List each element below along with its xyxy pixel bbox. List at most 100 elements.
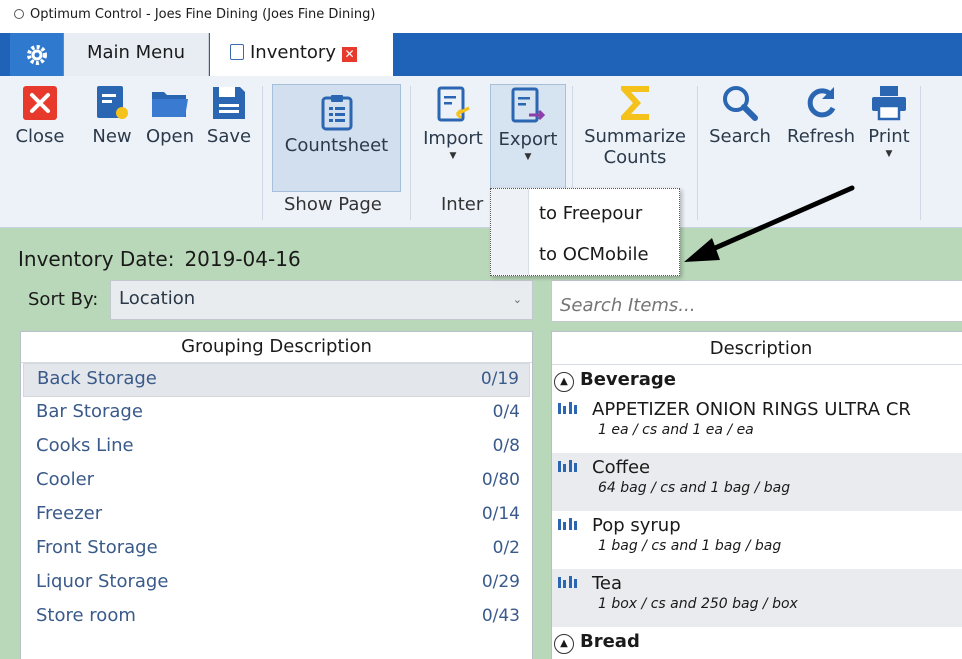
tab-inventory-label: Inventory	[250, 42, 336, 63]
app-icon	[14, 9, 24, 19]
inventory-date-label: Inventory Date:	[18, 247, 175, 271]
tab-inventory[interactable]: Inventory ✕	[210, 33, 393, 76]
group-count: 0/2	[492, 538, 520, 558]
search-button-label: Search	[709, 126, 771, 147]
printer-icon	[872, 86, 906, 121]
category-row-beverage[interactable]: ▲ Beverage	[552, 365, 962, 395]
item-type-icon	[556, 515, 592, 536]
export-dropdown-arrow[interactable]: ▼	[491, 152, 565, 162]
open-button-label: Open	[145, 126, 195, 147]
refresh-icon	[807, 87, 836, 118]
ribbon-separator	[410, 86, 411, 220]
clipboard-icon	[321, 95, 352, 131]
category-row-bread[interactable]: ▲ Bread	[552, 627, 962, 657]
menu-item-to-freepour[interactable]: to Freepour	[539, 203, 642, 224]
new-document-icon	[97, 86, 128, 119]
chevron-down-icon: ⌄	[512, 293, 522, 306]
group-row-back-storage[interactable]: Back Storage 0/19	[23, 363, 530, 397]
print-button-label: Print	[868, 126, 910, 147]
group-count: 0/29	[481, 572, 520, 592]
group-name: Bar Storage	[36, 401, 143, 422]
item-unit: 1 ea / cs and 1 ea / ea	[598, 422, 754, 438]
collapse-icon[interactable]: ▲	[554, 634, 574, 654]
group-row-cooler[interactable]: Cooler 0/80	[23, 465, 530, 499]
group-name: Back Storage	[37, 368, 157, 389]
list-item[interactable]: Tea 1 box / cs and 250 bag / box	[552, 569, 962, 627]
close-button-label: Close	[15, 126, 65, 147]
group-count: 0/8	[492, 436, 520, 456]
export-button-label: Export	[498, 129, 558, 150]
gear-icon	[26, 44, 47, 65]
collapse-icon[interactable]: ▲	[554, 372, 574, 392]
group-count: 0/14	[481, 504, 520, 524]
open-button[interactable]: Open	[142, 84, 198, 147]
group-row-cooks-line[interactable]: Cooks Line 0/8	[23, 431, 530, 465]
export-dropdown-menu: to Freepour to OCMobile	[490, 188, 680, 276]
search-items-input[interactable]	[551, 280, 962, 322]
import-icon	[437, 86, 470, 122]
summarize-label-line1: Summarize	[584, 126, 686, 147]
group-row-store-room[interactable]: Store room 0/43	[23, 601, 530, 635]
description-column-header: Description	[552, 332, 962, 365]
save-button-label: Save	[206, 126, 252, 147]
menu-icon-gutter	[491, 189, 529, 275]
tab-main-menu[interactable]: Main Menu	[64, 33, 209, 76]
group-row-front-storage[interactable]: Front Storage 0/2	[23, 533, 530, 567]
group-label-show-page: Show Page	[284, 194, 382, 215]
export-icon	[511, 87, 546, 123]
ribbon-separator	[920, 86, 921, 220]
sort-by-select[interactable]: Location ⌄	[110, 280, 533, 320]
print-button[interactable]: Print ▼	[862, 84, 916, 159]
item-unit: 64 bag / cs and 1 bag / bag	[598, 480, 791, 496]
ribbon-toolbar: Close New Open Save Countsheet Show Page…	[0, 76, 962, 228]
item-type-icon	[556, 399, 592, 420]
item-name: Pop syrup	[592, 515, 681, 536]
group-row-liquor-storage[interactable]: Liquor Storage 0/29	[23, 567, 530, 601]
group-count: 0/43	[481, 606, 520, 626]
group-row-freezer[interactable]: Freezer 0/14	[23, 499, 530, 533]
magnifier-icon	[723, 86, 758, 121]
tab-main-menu-label: Main Menu	[86, 42, 186, 63]
tab-close-icon[interactable]: ✕	[341, 47, 357, 62]
print-dropdown-arrow[interactable]: ▼	[862, 149, 916, 159]
item-unit: 1 box / cs and 250 bag / box	[598, 596, 798, 612]
category-name: Beverage	[580, 369, 676, 390]
ribbon-separator	[262, 86, 263, 220]
inventory-panel: Inventory Date: 2019-04-16 Sort By: Locat…	[0, 228, 962, 659]
export-button[interactable]: Export ▼	[490, 84, 566, 192]
refresh-button[interactable]: Refresh	[782, 84, 860, 147]
grouping-column-header: Grouping Description	[21, 332, 532, 363]
import-dropdown-arrow[interactable]: ▼	[418, 151, 488, 161]
group-count: 0/4	[492, 402, 520, 422]
sigma-icon	[621, 86, 649, 120]
group-name: Front Storage	[36, 537, 158, 558]
group-count: 0/19	[480, 369, 519, 389]
floppy-disk-icon	[213, 87, 245, 119]
item-name: Tea	[592, 573, 623, 594]
summarize-counts-button[interactable]: Summarize Counts	[580, 84, 690, 168]
item-list: Description ▲ Beverage APPETIZER ONION RI…	[551, 331, 962, 659]
window-title-bar: Optimum Control - Joes Fine Dining (Joes…	[0, 0, 962, 33]
folder-icon	[152, 92, 188, 117]
item-type-icon	[556, 573, 592, 594]
import-button[interactable]: Import ▼	[418, 84, 488, 161]
summarize-label-line2: Counts	[603, 147, 667, 168]
close-button[interactable]: Close	[10, 84, 70, 147]
list-item[interactable]: APPETIZER ONION RINGS ULTRA CR 1 ea / cs…	[552, 395, 962, 453]
countsheet-button[interactable]: Countsheet	[272, 84, 401, 192]
window-title: Optimum Control - Joes Fine Dining (Joes…	[30, 7, 376, 22]
new-button[interactable]: New	[88, 84, 136, 147]
save-button[interactable]: Save	[204, 84, 254, 147]
import-button-label: Import	[423, 128, 483, 149]
search-button[interactable]: Search	[704, 84, 776, 147]
new-button-label: New	[92, 126, 132, 147]
ribbon-separator	[697, 86, 698, 220]
group-count: 0/80	[481, 470, 520, 490]
menu-item-to-ocmobile[interactable]: to OCMobile	[539, 244, 649, 265]
list-item[interactable]: Pop syrup 1 bag / cs and 1 bag / bag	[552, 511, 962, 569]
group-row-bar-storage[interactable]: Bar Storage 0/4	[23, 397, 530, 431]
settings-tab[interactable]	[10, 33, 64, 76]
list-item[interactable]: Coffee 64 bag / cs and 1 bag / bag	[552, 453, 962, 511]
group-name: Freezer	[36, 503, 103, 524]
document-icon	[230, 44, 244, 60]
